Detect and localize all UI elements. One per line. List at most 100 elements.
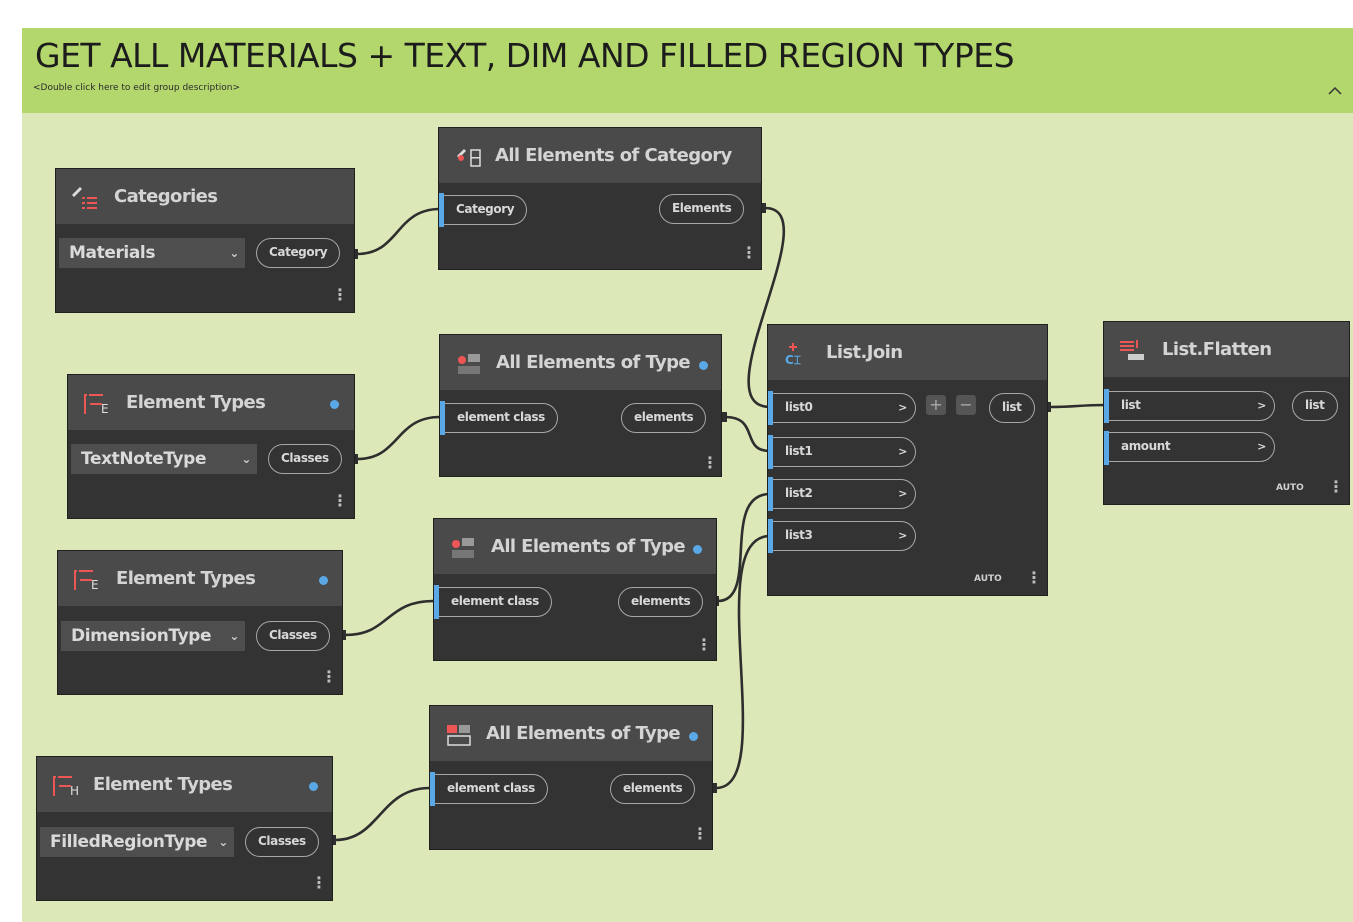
chevron-down-icon: ⌄ xyxy=(218,835,228,849)
port-label: Classes xyxy=(281,451,329,465)
node-title: Element Types xyxy=(93,774,233,795)
lacing-label[interactable]: AUTO xyxy=(1276,483,1304,493)
output-port-elements[interactable]: elements xyxy=(618,587,704,617)
element-type-dropdown[interactable]: DimensionType ⌄ xyxy=(61,621,245,651)
element-types-icon: E xyxy=(82,391,110,416)
all-elements-of-category-icon xyxy=(453,144,481,168)
more-options-icon[interactable]: ⋮ xyxy=(332,491,348,510)
node-all-elements-of-type-3[interactable]: All Elements of Type element class eleme… xyxy=(429,705,713,850)
status-dot xyxy=(330,400,339,409)
node-list-join[interactable]: C⌶ List.Join list0 > list1 > list2 > list3 >… xyxy=(767,324,1048,596)
more-options-icon[interactable]: ⋮ xyxy=(692,824,708,843)
element-types-icon: H xyxy=(51,773,79,798)
element-type-dropdown[interactable]: TextNoteType ⌄ xyxy=(71,444,257,474)
port-label: list xyxy=(1121,398,1141,412)
output-port-elements[interactable]: Elements xyxy=(659,194,745,224)
node-title: List.Flatten xyxy=(1162,339,1272,360)
input-port-amount[interactable]: amount > xyxy=(1109,432,1275,462)
input-port-list3[interactable]: list3 > xyxy=(773,521,916,551)
wire-classes1-to-type1 xyxy=(356,415,441,461)
port-label: elements xyxy=(634,410,694,424)
wire-classes2-to-type2 xyxy=(344,599,435,637)
output-port-classes[interactable]: Classes xyxy=(268,444,342,474)
output-port-list[interactable]: list xyxy=(989,393,1035,423)
node-categories[interactable]: Categories Materials ⌄ Category ⋮ xyxy=(55,168,355,313)
chevron-down-icon: ⌄ xyxy=(229,246,239,260)
status-dot xyxy=(693,545,702,554)
lacing-label[interactable]: AUTO xyxy=(974,574,1002,584)
chevron-down-icon: ⌄ xyxy=(229,629,239,643)
svg-text:E: E xyxy=(101,402,109,416)
status-dot xyxy=(689,732,698,741)
port-label: list2 xyxy=(785,486,813,500)
node-list-flatten[interactable]: List.Flatten list > amount > list AUTO ⋮ xyxy=(1103,321,1350,505)
node-title: Element Types xyxy=(116,568,256,589)
wire-type2-to-list2 xyxy=(717,492,771,603)
wire-join-to-flatten xyxy=(1049,403,1106,409)
port-label: element class xyxy=(451,594,539,608)
port-label: list1 xyxy=(785,444,813,458)
node-element-types-1[interactable]: E Element Types TextNoteType ⌄ Classes ⋮ xyxy=(67,374,355,519)
more-options-icon[interactable]: ⋮ xyxy=(741,243,757,262)
output-port-elements[interactable]: elements xyxy=(610,774,696,804)
chevron-right-icon: > xyxy=(898,445,907,458)
output-port-classes[interactable]: Classes xyxy=(245,827,319,857)
dropdown-value: FilledRegionType xyxy=(50,832,208,852)
port-label: element class xyxy=(457,410,545,424)
port-label: list3 xyxy=(785,528,813,542)
more-options-icon[interactable]: ⋮ xyxy=(321,667,337,686)
input-port-element-class[interactable]: element class xyxy=(435,774,548,804)
list-flatten-icon xyxy=(1118,338,1146,362)
node-title: List.Join xyxy=(826,342,903,363)
node-title: All Elements of Type xyxy=(491,536,686,557)
port-label: Classes xyxy=(269,628,317,642)
add-input-button[interactable]: + xyxy=(926,395,946,415)
remove-input-button[interactable]: − xyxy=(956,395,976,415)
port-label: Category xyxy=(269,245,328,259)
node-all-elements-of-category[interactable]: All Elements of Category Category Elemen… xyxy=(438,127,762,270)
chevron-right-icon: > xyxy=(898,529,907,542)
input-port-list[interactable]: list > xyxy=(1109,391,1275,421)
more-options-icon[interactable]: ⋮ xyxy=(1328,477,1344,496)
more-options-icon[interactable]: ⋮ xyxy=(332,285,348,304)
dropdown-value: TextNoteType xyxy=(81,449,207,469)
node-all-elements-of-type-2[interactable]: All Elements of Type element class eleme… xyxy=(433,518,717,661)
category-dropdown[interactable]: Materials ⌄ xyxy=(59,238,245,268)
more-options-icon[interactable]: ⋮ xyxy=(702,453,718,472)
all-elements-of-type-icon xyxy=(448,535,476,559)
more-options-icon[interactable]: ⋮ xyxy=(696,635,712,654)
more-options-icon[interactable]: ⋮ xyxy=(1026,568,1042,587)
input-port-list0[interactable]: list0 > xyxy=(773,393,916,423)
chevron-right-icon: > xyxy=(1257,440,1266,453)
port-label: amount xyxy=(1121,439,1171,453)
more-options-icon[interactable]: ⋮ xyxy=(311,873,327,892)
output-port-category[interactable]: Category xyxy=(256,238,341,268)
input-port-list1[interactable]: list1 > xyxy=(773,437,916,467)
port-label: Elements xyxy=(672,201,732,215)
input-port-category[interactable]: Category xyxy=(444,195,528,225)
svg-text:C⌶: C⌶ xyxy=(785,353,801,367)
output-port-list[interactable]: list xyxy=(1292,391,1338,421)
input-port-element-class[interactable]: element class xyxy=(445,403,558,433)
wire-categories-to-category xyxy=(356,207,441,256)
all-elements-of-type-icon xyxy=(444,722,472,746)
node-element-types-2[interactable]: E Element Types DimensionType ⌄ Classes … xyxy=(57,550,343,695)
dropdown-value: DimensionType xyxy=(71,626,212,646)
port-label: elements xyxy=(631,594,691,608)
status-dot xyxy=(699,361,708,370)
chevron-right-icon: > xyxy=(898,401,907,414)
output-port-elements[interactable]: elements xyxy=(621,403,707,433)
port-label: list xyxy=(1305,398,1325,412)
input-port-list2[interactable]: list2 > xyxy=(773,479,916,509)
element-types-icon: E xyxy=(72,567,100,592)
svg-text:H: H xyxy=(70,784,79,798)
chevron-right-icon: > xyxy=(1257,399,1266,412)
node-element-types-3[interactable]: H Element Types FilledRegionType ⌄ Class… xyxy=(36,756,333,901)
node-title: Categories xyxy=(114,186,218,207)
status-dot xyxy=(319,576,328,585)
svg-text:E: E xyxy=(91,578,99,592)
node-all-elements-of-type-1[interactable]: All Elements of Type element class eleme… xyxy=(439,334,722,477)
element-type-dropdown[interactable]: FilledRegionType ⌄ xyxy=(40,827,234,857)
output-port-classes[interactable]: Classes xyxy=(256,621,330,651)
input-port-element-class[interactable]: element class xyxy=(439,587,552,617)
